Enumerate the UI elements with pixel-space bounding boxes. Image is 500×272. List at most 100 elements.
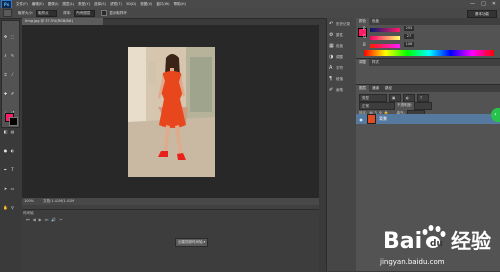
color-spectrum[interactable]	[364, 50, 494, 56]
blue-value[interactable]: 106	[404, 42, 414, 47]
show-ring-label: 显示取样环	[109, 10, 127, 15]
svg-text:du: du	[430, 239, 443, 249]
sample-size-label: 取样大小:	[18, 10, 34, 15]
layer-filter-row: 类型 ▣ ◐ T	[359, 94, 497, 102]
eyedropper-tool-icon[interactable]	[3, 9, 12, 17]
eyedropper-icon[interactable]: ⁄	[10, 72, 15, 77]
quick-select-icon[interactable]: ✎	[10, 53, 15, 58]
character-panel-button[interactable]: A 字符	[327, 63, 357, 73]
menu-window[interactable]: 窗口(W)	[156, 2, 169, 7]
menu-filter[interactable]: 滤镜(T)	[110, 2, 122, 7]
green-slider[interactable]: G 27	[363, 34, 500, 41]
maximize-button[interactable]: □	[481, 1, 486, 7]
brush-preset-panel-button[interactable]: ✐ 画笔	[327, 85, 357, 95]
layer-name: 背景	[379, 116, 387, 121]
collapsed-panels-strip: ↶ 历史记录 ⚙ 属性 ▦ 色板 ◑ 调整 A 字符 ¶ 段落 ✐ 画笔	[326, 18, 357, 271]
timeline-title: 时间轴	[23, 211, 34, 215]
adjust-panel-tabs: 调整 样式	[356, 59, 500, 66]
tab-paths[interactable]: 路径	[382, 85, 395, 92]
background-color-swatch[interactable]	[9, 117, 18, 126]
create-video-timeline-button[interactable]: 创建视频时间轴 ▾	[175, 238, 209, 247]
menu-select[interactable]: 选择(S)	[94, 2, 106, 7]
color-panel-tabs: 颜色 色板	[356, 18, 500, 25]
move-icon[interactable]: ✥	[3, 34, 8, 39]
layer-row-background[interactable]: ◉ 背景	[356, 114, 500, 124]
menu-3d[interactable]: 3D(D)	[126, 2, 136, 6]
window-controls: — □ ✕	[470, 1, 496, 7]
brush-preset-icon: ✐	[329, 86, 334, 93]
type-icon[interactable]: T	[10, 167, 15, 172]
history-icon: ↶	[329, 20, 334, 27]
blur-icon[interactable]: ●	[3, 148, 8, 153]
menu-type[interactable]: 类型(Y)	[78, 2, 90, 7]
filter-type-icon[interactable]: T	[417, 94, 429, 102]
adjust-icon: ◑	[329, 53, 334, 60]
menu-view[interactable]: 视图(V)	[140, 2, 152, 7]
zoom-level[interactable]: 100%	[24, 199, 34, 203]
sample-select[interactable]: 所有图层	[74, 9, 96, 17]
paragraph-panel-button[interactable]: ¶ 段落	[327, 74, 357, 84]
menu-edit[interactable]: 编辑(E)	[32, 2, 44, 7]
sample-size-select[interactable]: 取样点	[36, 9, 58, 17]
properties-icon: ⚙	[329, 31, 334, 38]
hand-icon[interactable]: ✋	[3, 205, 8, 210]
eye-icon[interactable]: ◉	[358, 117, 364, 122]
history-panel-button[interactable]: ↶ 历史记录	[327, 19, 357, 29]
tab-channels[interactable]: 通道	[369, 85, 382, 92]
photo-image	[128, 47, 215, 177]
tab-layers[interactable]: 图层	[356, 85, 369, 92]
menu-layer[interactable]: 图层(L)	[62, 2, 74, 7]
red-value[interactable]: 255	[404, 26, 414, 31]
filter-adjust-icon[interactable]: ◐	[403, 94, 415, 102]
adjust-panel-button[interactable]: ◑ 调整	[327, 52, 357, 62]
opacity-field[interactable]	[414, 102, 433, 110]
marquee-icon[interactable]: ⬚	[10, 34, 15, 39]
workspace-select[interactable]: 基本功能	[467, 10, 497, 18]
brush-icon[interactable]: ✐	[10, 91, 15, 96]
healing-icon[interactable]: ✚	[3, 91, 8, 96]
zoom-icon[interactable]: ⚲	[10, 205, 15, 210]
svg-text:Bai: Bai	[383, 229, 422, 254]
pen-icon[interactable]: ✒	[3, 167, 8, 172]
baidu-watermark: Bai du 经验	[381, 218, 497, 260]
side-expand-tab[interactable]: ‹	[491, 108, 500, 122]
doc-size: 文档:1.41M/1.41M	[43, 199, 75, 203]
menu-image[interactable]: 图像(I)	[48, 2, 59, 7]
status-bar: 100% 文档:1.41M/1.41M	[22, 198, 319, 205]
dodge-icon[interactable]: ◐	[10, 148, 15, 153]
tab-swatches[interactable]: 色板	[369, 18, 382, 25]
layer-blend-row: 正常 不透明度:	[359, 102, 497, 110]
crop-icon[interactable]: ⌗	[3, 72, 8, 77]
menu-file[interactable]: 文件(F)	[16, 2, 28, 7]
path-select-icon[interactable]: ➤	[3, 186, 8, 191]
menu-bar: Ps 文件(F) 编辑(E) 图像(I) 图层(L) 类型(Y) 选择(S) 滤…	[0, 0, 500, 9]
document-tab[interactable]: timg.jpg @ 37.5%(RGB/8#)	[22, 18, 103, 25]
sample-label: 样本:	[63, 10, 72, 15]
eraser-icon[interactable]: ◧	[3, 129, 8, 134]
lasso-icon[interactable]: ℓ	[3, 53, 8, 58]
show-ring-checkbox[interactable]	[101, 10, 108, 16]
tab-styles[interactable]: 样式	[369, 59, 382, 66]
green-value[interactable]: 27	[404, 34, 414, 39]
swatches-icon: ▦	[329, 42, 334, 49]
menu-help[interactable]: 帮助(H)	[174, 2, 186, 7]
minimize-button[interactable]: —	[470, 1, 475, 7]
gradient-icon[interactable]: ▤	[10, 129, 15, 134]
red-slider[interactable]: R 255	[363, 26, 500, 33]
timeline-controls[interactable]: ⏮◀▶⏭🔊✂	[26, 217, 66, 222]
swatches-panel-button[interactable]: ▦ 色板	[327, 41, 357, 51]
shape-icon[interactable]: ▭	[10, 186, 15, 191]
photo-woman-in-red-dress	[128, 47, 215, 177]
close-button[interactable]: ✕	[492, 1, 496, 7]
tab-adjust[interactable]: 调整	[356, 59, 369, 66]
layers-panel-tabs: 图层 通道 路径	[356, 85, 500, 92]
paragraph-icon: ¶	[329, 75, 333, 82]
layer-kind-select[interactable]: 类型	[359, 94, 387, 102]
tab-color[interactable]: 颜色	[356, 18, 369, 25]
properties-panel-button[interactable]: ⚙ 属性	[327, 30, 357, 40]
blend-mode-select[interactable]: 正常	[359, 102, 395, 110]
tools-panel: ✥⬚ ℓ✎ ⌗⁄ ✚✐ ⊥↺ ◧▤ ●◐ ✒T ➤▭ ✋⚲	[1, 20, 20, 210]
layer-thumbnail	[367, 114, 376, 124]
blue-slider[interactable]: B 106	[363, 42, 500, 49]
filter-pixel-icon[interactable]: ▣	[389, 94, 401, 102]
